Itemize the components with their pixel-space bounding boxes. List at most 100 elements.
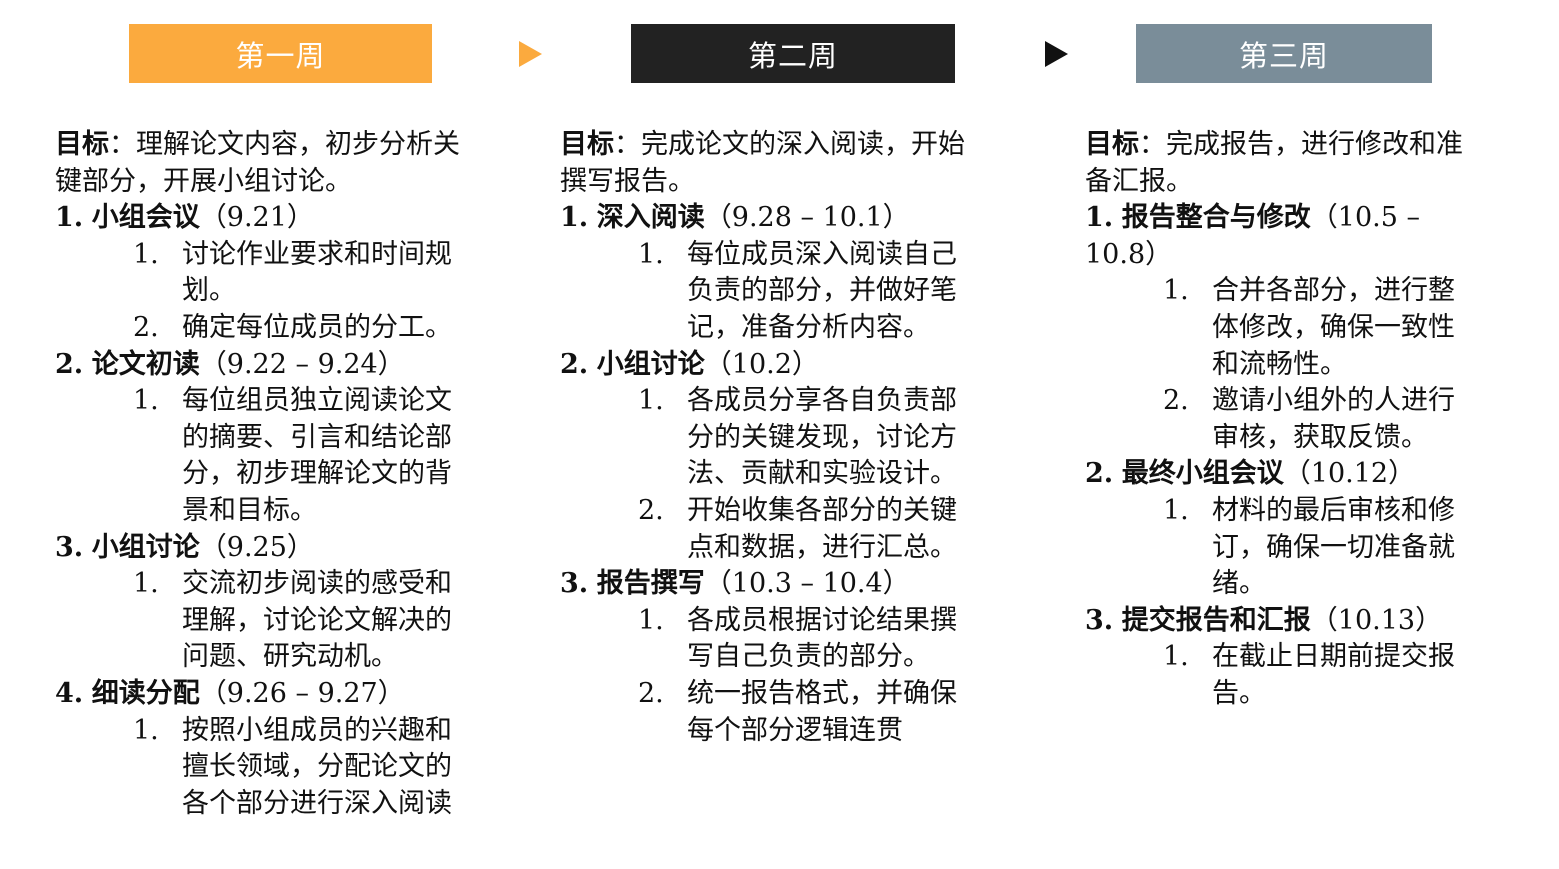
week-1-section-3: 3. 小组讨论（9.25） 1. 交流初步阅读的感受和理解，讨论论文解决的问题、研… [55,530,485,676]
week-3-section-3: 3. 提交报告和汇报（10.13） 1. 在截止日期前提交报告。 [1085,603,1485,713]
week-1-goal: 目标：理解论文内容，初步分析关键部分，开展小组讨论。 [55,127,485,200]
week-2-column: 目标：完成论文的深入阅读，开始撰写报告。 1. 深入阅读（9.28 – 10.1… [560,127,990,749]
week-1-header: 第一周 [129,24,432,83]
section-title: 4. 细读分配（9.26 – 9.27） [55,676,485,713]
section-date: （9.28 – 10.1） [704,202,910,234]
section-date: （10.2） [704,348,819,380]
list-item: 1. 按照小组成员的兴趣和擅长领域，分配论文的各个部分进行深入阅读 [55,713,485,823]
section-title: 2. 最终小组会议（10.12） [1085,456,1485,493]
list-item: 1. 讨论作业要求和时间规划。 [55,237,485,310]
item-number: 1. [1163,494,1189,526]
section-title: 2. 小组讨论（10.2） [560,347,990,384]
section-date: （9.26 – 9.27） [199,677,405,709]
list-item: 2. 邀请小组外的人进行审核，获取反馈。 [1085,383,1485,456]
week-3-goal: 目标：完成报告，进行修改和准备汇报。 [1085,127,1485,200]
item-text: 统一报告格式，并确保每个部分逻辑连贯 [687,677,957,746]
item-text: 各成员根据讨论结果撰写自己负责的部分。 [687,604,957,673]
section-title: 1. 报告整合与修改（10.5 – 10.8） [1085,200,1485,273]
goal-text: ：完成论文的深入阅读，开始撰写报告。 [560,129,965,197]
week-2-section-1: 1. 深入阅读（9.28 – 10.1） 1. 每位成员深入阅读自己负责的部分，并… [560,200,990,346]
section-number: 1. [1085,202,1114,234]
section-date: （10.3 – 10.4） [704,568,910,600]
section-number: 1. [560,202,589,234]
week-3-section-1: 1. 报告整合与修改（10.5 – 10.8） 1. 合并各部分，进行整体修改，确… [1085,200,1485,456]
list-item: 1. 合并各部分，进行整体修改，确保一致性和流畅性。 [1085,273,1485,383]
section-number: 1. [55,202,84,234]
week-2-section-2: 2. 小组讨论（10.2） 1. 各成员分享各自负责部分的关键发现，讨论方法、贡献… [560,347,990,567]
section-date: （9.22 – 9.24） [199,348,405,380]
item-text: 按照小组成员的兴趣和擅长领域，分配论文的各个部分进行深入阅读 [182,714,452,819]
week-1-section-2: 2. 论文初读（9.22 – 9.24） 1. 每位组员独立阅读论文的摘要、引言和… [55,347,485,530]
section-title: 3. 提交报告和汇报（10.13） [1085,603,1485,640]
goal-text: ：理解论文内容，初步分析关键部分，开展小组讨论。 [55,129,460,197]
section-date: （10.13） [1310,604,1443,636]
item-text: 确定每位成员的分工。 [182,311,452,343]
item-number: 1. [133,238,159,270]
arrow-right-icon [519,41,542,67]
section-number: 3. [55,531,84,563]
list-item: 2. 统一报告格式，并确保每个部分逻辑连贯 [560,676,990,749]
section-date: （10.12） [1283,458,1416,490]
goal-label: 目标 [55,129,109,160]
section-name: 小组讨论 [91,531,200,563]
section-date: （9.25） [199,531,314,563]
section-name: 最终小组会议 [1121,458,1284,490]
list-item: 1. 各成员分享各自负责部分的关键发现，讨论方法、贡献和实验设计。 [560,383,990,493]
section-number: 3. [560,568,589,600]
list-item: 1. 每位成员深入阅读自己负责的部分，并做好笔记，准备分析内容。 [560,237,990,347]
section-number: 2. [560,348,589,380]
section-title: 3. 小组讨论（9.25） [55,530,485,567]
item-number: 1. [133,385,159,417]
section-title: 1. 深入阅读（9.28 – 10.1） [560,200,990,237]
week-2-header: 第二周 [631,24,955,83]
week-3-section-2: 2. 最终小组会议（10.12） 1. 材料的最后审核和修订，确保一切准备就绪。 [1085,456,1485,602]
section-number: 2. [1085,458,1114,490]
item-text: 在截止日期前提交报告。 [1212,641,1455,709]
section-title: 3. 报告撰写（10.3 – 10.4） [560,566,990,603]
item-number: 1. [133,568,159,600]
arrow-right-icon [1045,41,1068,67]
item-number: 1. [1163,641,1189,673]
section-number: 2. [55,348,84,380]
item-text: 每位成员深入阅读自己负责的部分，并做好笔记，准备分析内容。 [687,238,957,343]
list-item: 1. 交流初步阅读的感受和理解，讨论论文解决的问题、研究动机。 [55,566,485,676]
section-name: 小组会议 [91,202,200,234]
item-number: 1. [638,238,664,270]
section-title: 1. 小组会议（9.21） [55,200,485,237]
week-1-section-4: 4. 细读分配（9.26 – 9.27） 1. 按照小组成员的兴趣和擅长领域，分配… [55,676,485,822]
section-name: 论文初读 [91,348,200,380]
section-number: 3. [1085,604,1114,636]
item-text: 材料的最后审核和修订，确保一切准备就绪。 [1212,494,1455,600]
week-3-column: 目标：完成报告，进行修改和准备汇报。 1. 报告整合与修改（10.5 – 10.… [1085,127,1485,713]
item-number: 2. [638,677,664,709]
list-item: 1. 各成员根据讨论结果撰写自己负责的部分。 [560,603,990,676]
section-name: 深入阅读 [596,202,705,234]
item-number: 2. [638,494,664,526]
item-text: 邀请小组外的人进行审核，获取反馈。 [1212,385,1455,453]
list-item: 1. 在截止日期前提交报告。 [1085,639,1485,712]
section-number: 4. [55,677,84,709]
list-item: 2. 确定每位成员的分工。 [55,310,485,347]
section-name: 报告撰写 [596,568,705,600]
item-number: 2. [1163,385,1189,417]
item-text: 讨论作业要求和时间规划。 [182,238,452,307]
section-name: 报告整合与修改 [1121,202,1311,234]
week-1-column: 目标：理解论文内容，初步分析关键部分，开展小组讨论。 1. 小组会议（9.21）… [55,127,485,822]
item-number: 1. [1163,275,1189,307]
section-name: 提交报告和汇报 [1121,604,1311,636]
week-3-header: 第三周 [1136,24,1432,83]
item-text: 合并各部分，进行整体修改，确保一致性和流畅性。 [1212,275,1455,380]
goal-label: 目标 [1085,129,1139,160]
item-number: 1. [638,604,664,636]
item-number: 1. [638,385,664,417]
section-name: 小组讨论 [596,348,705,380]
item-text: 交流初步阅读的感受和理解，讨论论文解决的问题、研究动机。 [182,568,452,673]
section-name: 细读分配 [91,677,200,709]
item-number: 1. [133,714,159,746]
week-2-goal: 目标：完成论文的深入阅读，开始撰写报告。 [560,127,990,200]
week-1-section-1: 1. 小组会议（9.21） 1. 讨论作业要求和时间规划。 2. 确定每位成员的分工… [55,200,485,346]
section-title: 2. 论文初读（9.22 – 9.24） [55,347,485,384]
list-item: 1. 材料的最后审核和修订，确保一切准备就绪。 [1085,493,1485,603]
item-text: 开始收集各部分的关键点和数据，进行汇总。 [687,494,957,563]
list-item: 2. 开始收集各部分的关键点和数据，进行汇总。 [560,493,990,566]
